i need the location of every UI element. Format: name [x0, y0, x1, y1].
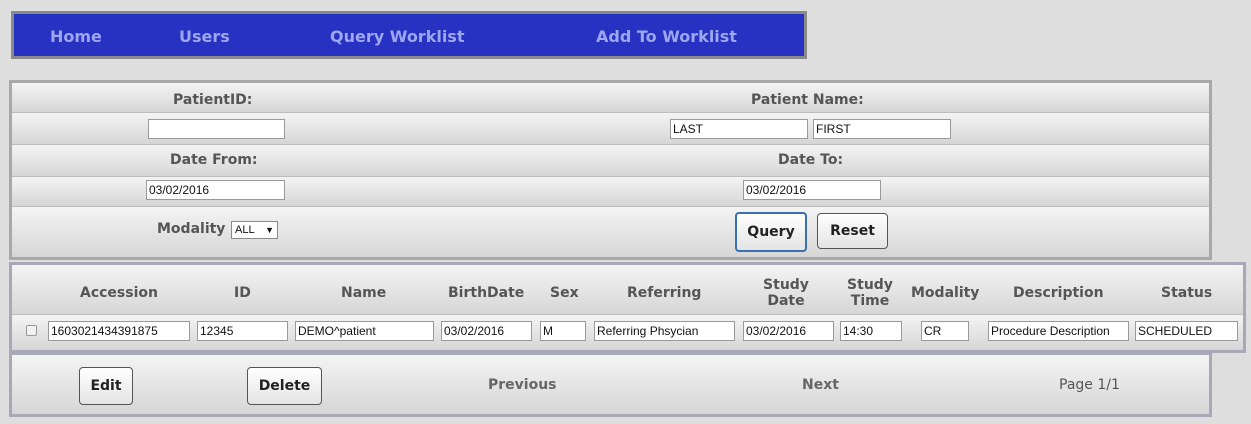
patient-name-label: Patient Name: [751, 92, 864, 108]
date-to-label: Date To: [778, 152, 844, 168]
cell-description[interactable]: Procedure Description [988, 321, 1129, 341]
date-from-input[interactable] [146, 180, 285, 200]
modality-select[interactable]: ALL ▼ [231, 221, 278, 239]
modality-label: Modality [157, 221, 226, 237]
col-header-study-date: Study Date [758, 277, 814, 309]
col-header-study-time: Study Time [844, 277, 896, 309]
col-header-description: Description [1013, 285, 1104, 301]
cell-id[interactable]: 12345 [197, 321, 288, 341]
col-header-accession: Accession [80, 285, 158, 301]
nav-home[interactable]: Home [50, 27, 102, 46]
col-header-study-time-line2: Time [850, 293, 890, 309]
date-from-label: Date From: [170, 152, 258, 168]
delete-button[interactable]: Delete [247, 367, 322, 405]
cell-name[interactable]: DEMO^patient [295, 321, 434, 341]
chevron-down-icon: ▼ [265, 225, 274, 235]
cell-birthdate[interactable]: 03/02/2016 [441, 321, 532, 341]
edit-button[interactable]: Edit [79, 367, 133, 405]
col-header-id: ID [234, 285, 251, 301]
nav-add-to-worklist[interactable]: Add To Worklist [596, 27, 737, 46]
col-header-status: Status [1161, 285, 1213, 301]
modality-select-value: ALL [235, 224, 255, 236]
col-header-study-date-line1: Study [763, 277, 809, 293]
first-name-input[interactable] [813, 119, 951, 139]
col-header-modality: Modality [911, 285, 980, 301]
patient-id-label: PatientID: [173, 92, 253, 108]
patient-id-input[interactable] [148, 119, 285, 139]
cell-modality[interactable]: CR [921, 321, 969, 341]
previous-link[interactable]: Previous [488, 377, 557, 393]
top-nav-bar: Home Users Query Worklist Add To Worklis… [11, 11, 807, 59]
col-header-referring: Referring [627, 285, 702, 301]
col-header-name: Name [341, 285, 387, 301]
action-row [12, 355, 1209, 414]
cell-sex[interactable]: M [540, 321, 586, 341]
col-header-sex: Sex [550, 285, 579, 301]
cell-study-time[interactable]: 14:30 [840, 321, 902, 341]
reset-button[interactable]: Reset [817, 213, 888, 249]
cell-referring[interactable]: Referring Phsycian [594, 321, 735, 341]
col-header-study-time-line1: Study [847, 277, 893, 293]
last-name-input[interactable] [670, 119, 808, 139]
cell-study-date[interactable]: 03/02/2016 [743, 321, 834, 341]
query-button[interactable]: Query [735, 212, 807, 252]
page-info: Page 1/1 [1059, 377, 1120, 393]
cell-accession[interactable]: 1603021434391875 [48, 321, 190, 341]
next-link[interactable]: Next [802, 377, 839, 393]
date-to-input[interactable] [743, 180, 881, 200]
row-select-checkbox[interactable] [26, 325, 37, 336]
nav-query-worklist[interactable]: Query Worklist [330, 27, 464, 46]
col-header-study-date-line2: Date [767, 293, 805, 309]
cell-status[interactable]: SCHEDULED [1135, 321, 1238, 341]
nav-users[interactable]: Users [179, 27, 230, 46]
col-header-birthdate: BirthDate [448, 285, 525, 301]
action-panel [9, 352, 1212, 417]
